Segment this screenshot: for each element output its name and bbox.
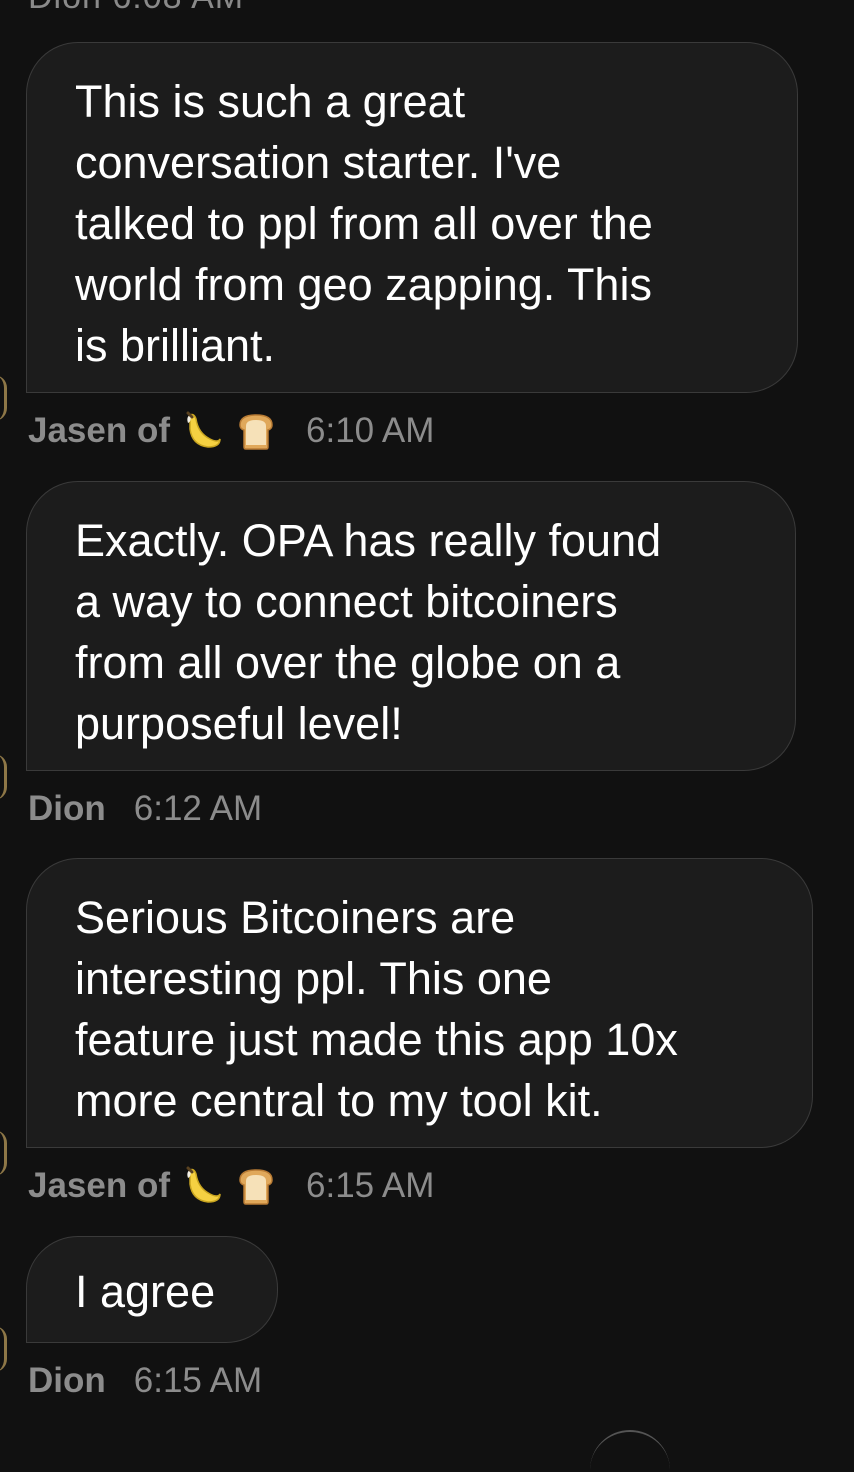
message-text-line: more central to my tool kit. [75, 1075, 603, 1126]
avatar[interactable] [0, 1326, 7, 1372]
banana-icon [186, 1166, 221, 1203]
sender-name[interactable]: Jasen of [28, 411, 170, 451]
bread-icon [239, 1169, 273, 1205]
avatar[interactable] [0, 375, 7, 421]
next-item-edge [590, 1430, 670, 1472]
avatar[interactable] [0, 1130, 7, 1176]
message-meta: Jasen of 6:10 AM [28, 408, 434, 454]
message-timestamp: 6:15 AM [306, 1166, 435, 1205]
message-text-line: world from geo zapping. This [75, 259, 652, 310]
sender-name[interactable]: Jasen of [28, 1166, 170, 1206]
message-timestamp: 6:12 AM [133, 789, 263, 828]
message-timestamp: 6:10 AM [306, 411, 435, 450]
banana-icon [186, 411, 221, 448]
message-text-line: This is such a great [75, 76, 466, 127]
message-meta: Dion 6:12 AM [28, 786, 262, 832]
bread-icon [239, 414, 273, 450]
message-text-line: a way to connect bitcoiners [75, 576, 618, 627]
sender-name[interactable]: Dion [28, 789, 106, 829]
sender-name[interactable]: Dion [28, 1361, 106, 1401]
message-bubble[interactable]: Exactly. OPA has really found a way to c… [26, 481, 796, 771]
message-text-line: conversation starter. I've [75, 137, 562, 188]
message-bubble[interactable]: This is such a great conversation starte… [26, 42, 798, 393]
message-text-line: feature just made this app 10x [75, 1014, 678, 1065]
message-text-line: Serious Bitcoiners are [75, 892, 516, 943]
previous-message-meta: Dion 6:08 AM [28, 0, 244, 17]
message-text-line: talked to ppl from all over the [75, 198, 653, 249]
message-bubble[interactable]: I agree [26, 1236, 278, 1343]
message-bubble[interactable]: Serious Bitcoiners are interesting ppl. … [26, 858, 813, 1148]
message-text-line: purposeful level! [75, 698, 403, 749]
message-text-line: is brilliant. [75, 320, 276, 371]
message-text-line: from all over the globe on a [75, 637, 621, 688]
avatar[interactable] [0, 754, 7, 800]
message-timestamp: 6:15 AM [133, 1361, 263, 1400]
message-meta: Dion 6:15 AM [28, 1358, 262, 1404]
message-text-line: Exactly. OPA has really found [75, 515, 662, 566]
message-meta: Jasen of 6:15 AM [28, 1163, 434, 1209]
message-text-line: I agree [75, 1266, 216, 1317]
message-text-line: interesting ppl. This one [75, 953, 552, 1004]
